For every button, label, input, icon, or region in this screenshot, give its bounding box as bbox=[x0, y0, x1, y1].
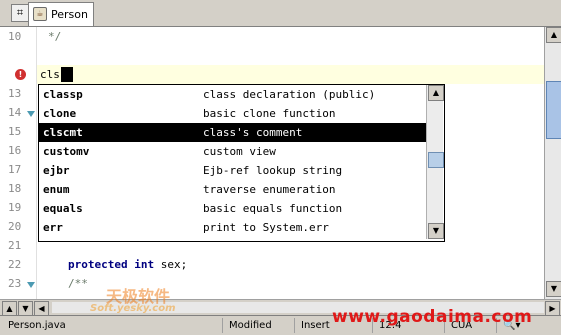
line-number: 15 bbox=[8, 125, 22, 138]
completion-item-name: clscmt bbox=[43, 126, 83, 139]
scroll-down-arrow-icon[interactable]: ▼ bbox=[428, 223, 444, 239]
line-number: 22 bbox=[8, 258, 22, 271]
completion-item-name: equals bbox=[43, 202, 83, 215]
scroll-up-arrow-icon[interactable]: ▲ bbox=[2, 301, 17, 316]
completion-item-description: traverse enumeration bbox=[203, 183, 336, 196]
typed-text: cls bbox=[40, 68, 60, 81]
line-number: 18 bbox=[8, 182, 22, 195]
line-number: 17 bbox=[8, 163, 22, 176]
completion-item-description: class's comment bbox=[203, 126, 303, 139]
tab-list-button[interactable]: ⌗ bbox=[11, 4, 29, 22]
text-caret bbox=[61, 67, 73, 82]
line-number: 10 bbox=[8, 30, 22, 43]
status-modified: Modified bbox=[222, 318, 295, 333]
scroll-up-arrow-icon[interactable]: ▲ bbox=[546, 27, 561, 43]
current-line-highlight bbox=[0, 65, 544, 84]
completion-item[interactable]: clone basic clone function bbox=[39, 104, 426, 123]
completion-item-description: custom view bbox=[203, 145, 276, 158]
code-field-declaration: protected int sex; bbox=[68, 255, 187, 274]
completion-item-description: class declaration (public) bbox=[203, 88, 376, 101]
fold-toggle-icon[interactable] bbox=[27, 111, 35, 117]
completion-item-description: basic clone function bbox=[203, 107, 336, 120]
completion-item-name: err bbox=[43, 221, 63, 234]
completion-item[interactable]: ejbr Ejb-ref lookup string bbox=[39, 161, 426, 180]
watermark-logo: 天极软件 Soft.yesky.com bbox=[76, 283, 196, 317]
scroll-down-arrow-icon[interactable]: ▼ bbox=[546, 281, 561, 297]
completion-item-selected[interactable]: clscmt class's comment bbox=[39, 123, 426, 142]
completion-item[interactable]: classp class declaration (public) bbox=[39, 85, 426, 104]
completion-item-description: basic equals function bbox=[203, 202, 343, 215]
field-name: sex; bbox=[154, 258, 188, 271]
completion-scrollbar[interactable]: ▲ ▼ bbox=[426, 85, 444, 239]
completion-item-name: ejbr bbox=[43, 164, 70, 177]
scroll-left-arrow-icon[interactable]: ◀ bbox=[34, 301, 49, 316]
line-number: 23 bbox=[8, 277, 22, 290]
editor-vertical-scrollbar[interactable]: ▲ ▼ bbox=[544, 27, 561, 299]
code-comment-end: */ bbox=[48, 30, 62, 43]
line-number: 13 bbox=[8, 87, 22, 100]
scroll-up-arrow-icon[interactable]: ▲ bbox=[428, 85, 444, 101]
scroll-right-arrow-icon[interactable]: ▶ bbox=[545, 301, 560, 316]
keyword: protected bbox=[68, 258, 128, 271]
completion-item-description: Ejb-ref lookup string bbox=[203, 164, 343, 177]
watermark-site: www.gaodaima.com bbox=[332, 307, 533, 327]
completion-item-description: print to System.err bbox=[203, 221, 329, 234]
scroll-down-arrow-icon[interactable]: ▼ bbox=[18, 301, 33, 316]
tab-title: Person bbox=[51, 8, 88, 21]
java-class-icon: ☕ bbox=[33, 7, 47, 21]
editor-tab-bar: ⌗ ☕ Person bbox=[0, 0, 561, 27]
completion-item[interactable]: equals basic equals function bbox=[39, 199, 426, 218]
completion-item[interactable]: err print to System.err bbox=[39, 218, 426, 237]
completion-scroll-thumb[interactable] bbox=[428, 152, 444, 168]
code-completion-popup[interactable]: classp class declaration (public) clone … bbox=[38, 84, 445, 242]
status-file-name: Person.java bbox=[8, 320, 66, 331]
completion-item-name: clone bbox=[43, 107, 77, 120]
line-number: 19 bbox=[8, 201, 22, 214]
line-number-gutter[interactable]: 10 13 14 15 16 17 18 19 20 21 22 23 ! bbox=[0, 27, 37, 299]
error-icon[interactable]: ! bbox=[15, 69, 26, 80]
completion-item-name: enum bbox=[43, 183, 70, 196]
line-number: 16 bbox=[8, 144, 22, 157]
fold-toggle-icon[interactable] bbox=[27, 282, 35, 288]
line-number: 21 bbox=[8, 239, 22, 252]
completion-item[interactable]: customv custom view bbox=[39, 142, 426, 161]
line-number: 20 bbox=[8, 220, 22, 233]
editor-scroll-thumb[interactable] bbox=[546, 81, 561, 139]
tab-person[interactable]: ☕ Person bbox=[28, 2, 94, 26]
line-number: 14 bbox=[8, 106, 22, 119]
keyword: int bbox=[134, 258, 155, 271]
completion-item[interactable]: enum traverse enumeration bbox=[39, 180, 426, 199]
completion-item-name: classp bbox=[43, 88, 83, 101]
completion-item-name: customv bbox=[43, 145, 90, 158]
watermark-logo-url: Soft.yesky.com bbox=[90, 303, 176, 314]
